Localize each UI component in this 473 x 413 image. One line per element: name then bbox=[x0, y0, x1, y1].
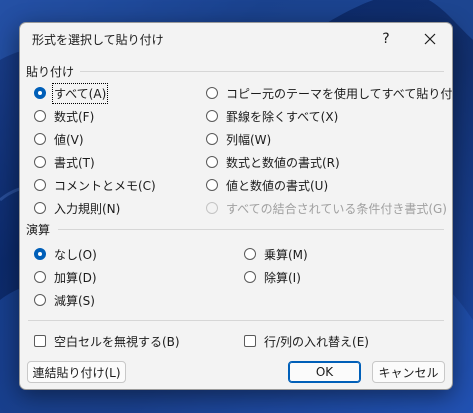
skip-blanks-label: 空白セルを無視する(B) bbox=[54, 334, 180, 349]
paste-link-button-label: 連結貼り付け(L) bbox=[32, 365, 121, 380]
paste-formulas-number-formats-option[interactable]: 数式と数値の書式(R) bbox=[206, 153, 340, 171]
paste-formats-radio[interactable] bbox=[34, 156, 46, 168]
ok-button-label: OK bbox=[315, 365, 334, 379]
paste-special-dialog: 形式を選択して貼り付け ? 貼り付け すべて(A) 数式(F) 値(V) 書式(… bbox=[19, 22, 453, 390]
paste-link-button[interactable]: 連結貼り付け(L) bbox=[27, 361, 126, 383]
paste-formulas-number-formats-label: 数式と数値の書式(R) bbox=[226, 155, 340, 170]
paste-validation-option[interactable]: 入力規則(N) bbox=[34, 199, 120, 217]
paste-merge-conditional-formats-option: すべての結合されている条件付き書式(G) bbox=[206, 199, 447, 217]
paste-values-number-formats-label: 値と数値の書式(U) bbox=[226, 178, 329, 193]
paste-formulas-option[interactable]: 数式(F) bbox=[34, 107, 94, 125]
dialog-title: 形式を選択して貼り付け bbox=[32, 33, 164, 47]
paste-validation-radio[interactable] bbox=[34, 202, 46, 214]
paste-values-radio[interactable] bbox=[34, 133, 46, 145]
paste-comments-option[interactable]: コメントとメモ(C) bbox=[34, 176, 156, 194]
paste-values-number-formats-radio[interactable] bbox=[206, 179, 218, 191]
paste-source-theme-label: コピー元のテーマを使用してすべて貼り付け(H) bbox=[226, 86, 453, 101]
paste-comments-label: コメントとメモ(C) bbox=[54, 178, 156, 193]
operation-section-label: 演算 bbox=[26, 223, 51, 237]
operation-add-label: 加算(D) bbox=[54, 270, 97, 285]
paste-merge-conditional-formats-label: すべての結合されている条件付き書式(G) bbox=[226, 201, 447, 216]
operation-add-radio[interactable] bbox=[34, 271, 46, 283]
paste-all-option[interactable]: すべて(A) bbox=[34, 82, 109, 104]
paste-source-theme-option[interactable]: コピー元のテーマを使用してすべて貼り付け(H) bbox=[206, 84, 453, 102]
paste-validation-label: 入力規則(N) bbox=[54, 201, 121, 216]
help-label: ? bbox=[382, 31, 390, 47]
paste-column-widths-option[interactable]: 列幅(W) bbox=[206, 130, 271, 148]
operation-none-option[interactable]: なし(O) bbox=[34, 245, 97, 263]
transpose-option[interactable]: 行/列の入れ替え(E) bbox=[244, 332, 369, 350]
operation-multiply-label: 乗算(M) bbox=[264, 247, 308, 262]
skip-blanks-checkbox[interactable] bbox=[34, 335, 46, 347]
paste-section-label: 貼り付け bbox=[26, 65, 75, 79]
paste-except-borders-label: 罫線を除くすべて(X) bbox=[226, 109, 339, 124]
operation-divide-option[interactable]: 除算(I) bbox=[244, 268, 301, 286]
operation-multiply-option[interactable]: 乗算(M) bbox=[244, 245, 308, 263]
paste-column-widths-radio[interactable] bbox=[206, 133, 218, 145]
operation-divide-label: 除算(I) bbox=[264, 270, 301, 285]
paste-values-option[interactable]: 値(V) bbox=[34, 130, 84, 148]
paste-formulas-label: 数式(F) bbox=[54, 109, 95, 124]
operation-none-radio[interactable] bbox=[34, 248, 46, 260]
operation-subtract-radio[interactable] bbox=[34, 294, 46, 306]
help-button[interactable]: ? bbox=[366, 25, 406, 53]
operation-multiply-radio[interactable] bbox=[244, 248, 256, 260]
paste-all-radio[interactable] bbox=[34, 87, 46, 99]
operation-divide-radio[interactable] bbox=[244, 271, 256, 283]
operation-none-label: なし(O) bbox=[54, 247, 97, 262]
paste-comments-radio[interactable] bbox=[34, 179, 46, 191]
paste-source-theme-radio[interactable] bbox=[206, 87, 218, 99]
checkbox-separator bbox=[28, 320, 444, 321]
paste-separator bbox=[80, 71, 444, 72]
operation-separator bbox=[58, 229, 444, 230]
paste-column-widths-label: 列幅(W) bbox=[226, 132, 272, 147]
paste-values-number-formats-option[interactable]: 値と数値の書式(U) bbox=[206, 176, 328, 194]
paste-except-borders-option[interactable]: 罫線を除くすべて(X) bbox=[206, 107, 338, 125]
title-bar: 形式を選択して貼り付け ? bbox=[20, 23, 452, 55]
paste-formulas-radio[interactable] bbox=[34, 110, 46, 122]
skip-blanks-option[interactable]: 空白セルを無視する(B) bbox=[34, 332, 180, 350]
paste-formats-option[interactable]: 書式(T) bbox=[34, 153, 95, 171]
paste-values-label: 値(V) bbox=[54, 132, 84, 147]
close-button[interactable] bbox=[410, 25, 450, 53]
cancel-button-label: キャンセル bbox=[378, 365, 439, 380]
ok-button[interactable]: OK bbox=[288, 361, 361, 383]
paste-except-borders-radio[interactable] bbox=[206, 110, 218, 122]
close-icon bbox=[424, 33, 436, 45]
operation-add-option[interactable]: 加算(D) bbox=[34, 268, 97, 286]
transpose-label: 行/列の入れ替え(E) bbox=[264, 334, 369, 349]
paste-all-label: すべて(A) bbox=[51, 82, 109, 104]
transpose-checkbox[interactable] bbox=[244, 335, 256, 347]
paste-formats-label: 書式(T) bbox=[54, 155, 95, 170]
cancel-button[interactable]: キャンセル bbox=[372, 361, 445, 383]
paste-formulas-number-formats-radio[interactable] bbox=[206, 156, 218, 168]
paste-merge-conditional-formats-radio bbox=[206, 202, 218, 214]
operation-subtract-label: 減算(S) bbox=[54, 293, 95, 308]
operation-subtract-option[interactable]: 減算(S) bbox=[34, 291, 95, 309]
